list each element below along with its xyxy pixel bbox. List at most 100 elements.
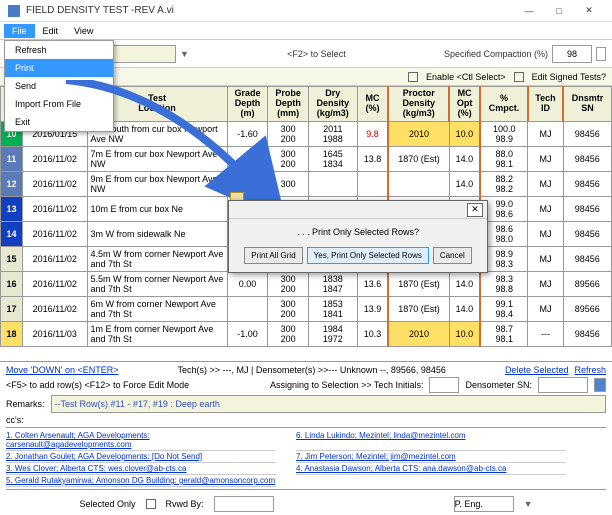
rvwd-by-input[interactable] [214,496,274,512]
cc-item[interactable]: 7. Jim Peterson; Mezintel; jim@mezintel.… [296,451,566,463]
edit-signed-checkbox[interactable] [514,72,524,82]
cell-date: 2016/11/02 [23,221,88,246]
go-button[interactable] [594,378,606,392]
cc-item[interactable]: 5. Gerald Rutakyamirwa; Amonson DG Build… [6,475,276,487]
row-number: 17 [1,296,23,321]
cell-grade: -1.00 [227,321,268,346]
cell-probe: 300200 [268,296,308,321]
f5-hint: <F5> to add row(s) <F12> to Force Edit M… [6,380,189,390]
cell-date: 2016/11/02 [23,146,88,171]
cell-proctor: 1870 (Est) [388,296,449,321]
peng-input[interactable] [454,496,514,512]
move-down-link[interactable]: Move 'DOWN' on <ENTER> [6,365,118,375]
cell-mc: 10.3 [357,321,388,346]
cell-dry: 19841972 [308,321,357,346]
cell-location: 10m E from cur box Ne [87,196,227,221]
row-number: 12 [1,171,23,196]
cell-mc-opt: 14.0 [449,146,480,171]
cell-date: 2016/11/02 [23,271,88,296]
remarks-input[interactable] [51,395,606,413]
selected-only-checkbox[interactable] [146,499,156,509]
cell-cmpct: 88.098.1 [480,146,528,171]
cell-proctor: 2010 [388,121,449,146]
window-title: FIELD DENSITY TEST -REV A.vi [26,5,514,16]
rvwd-by-label: Rvwd By: [166,499,204,509]
col-header: ProctorDensity(kg/m3) [388,87,449,122]
menu-file[interactable]: File [4,24,35,38]
densometer-sn-input[interactable] [538,377,588,393]
cell-sn: 89566 [563,271,611,296]
cell-date: 2016/11/03 [23,321,88,346]
file-dropdown: Refresh Print Send Import From File Exit [4,40,114,132]
cell-tech: MJ [528,121,563,146]
menu-view[interactable]: View [66,24,101,38]
cell-grade: -1.30 [227,146,268,171]
ccs-list: 1. Colten Arsenault; AGA Developments: c… [6,427,606,490]
selected-only-label: Selected Only [80,499,136,509]
menu-send[interactable]: Send [5,77,113,95]
menu-import[interactable]: Import From File [5,95,113,113]
cell-sn: 98456 [563,246,611,271]
cell-location: 3m W from sidewalk Ne [87,221,227,246]
col-header: MCOpt(%) [449,87,480,122]
cell-cmpct: 98.398.8 [480,271,528,296]
enable-ctl-select-label: Enable <Ctl Select> [426,72,506,82]
cc-item[interactable]: 1. Colten Arsenault; AGA Developments: c… [6,430,276,451]
spec-compaction-input[interactable] [552,45,592,63]
cell-sn: 98456 [563,321,611,346]
cell-sn: 98456 [563,121,611,146]
cancel-button[interactable]: Cancel [433,247,472,264]
table-row[interactable]: 172016/11/026m W from corner Newport Ave… [1,296,612,321]
dialog-close-button[interactable]: ✕ [467,203,483,217]
col-header: MC(%) [357,87,388,122]
cell-dry: 18381847 [308,271,357,296]
close-button[interactable]: ✕ [574,0,604,22]
col-header: TechID [528,87,563,122]
cell-proctor [388,171,449,196]
menu-print[interactable]: Print [5,59,113,77]
menu-refresh[interactable]: Refresh [5,41,113,59]
col-header: ProbeDepth(mm) [268,87,308,122]
enable-ctl-select-checkbox[interactable] [408,72,418,82]
cell-probe: 300 [268,171,308,196]
cell-cmpct: 88.298.2 [480,171,528,196]
cell-mc-opt: 10.0 [449,321,480,346]
cell-proctor: 1870 (Est) [388,271,449,296]
cell-mc [357,171,388,196]
refresh-link[interactable]: Refresh [574,365,606,375]
cell-mc: 13.9 [357,296,388,321]
delete-selected-link[interactable]: Delete Selected [505,365,569,375]
cell-probe: 300200 [268,321,308,346]
col-header: GradeDepth(m) [227,87,268,122]
maximize-button[interactable]: □ [544,0,574,22]
row-number: 13 [1,196,23,221]
table-row[interactable]: 162016/11/025.5m W from corner Newport A… [1,271,612,296]
cell-sn: 89566 [563,296,611,321]
cell-proctor: 1870 (Est) [388,146,449,171]
cell-date: 2016/11/02 [23,246,88,271]
table-row[interactable]: 122016/11/029m E from cur box Newport Av… [1,171,612,196]
print-selected-rows-button[interactable]: Yes, Print Only Selected Rows [307,247,429,264]
cell-mc-opt: 10.0 [449,121,480,146]
minimize-button[interactable]: — [514,0,544,22]
table-row[interactable]: 182016/11/031m E from corner Newport Ave… [1,321,612,346]
print-all-grid-button[interactable]: Print All Grid [244,247,302,264]
cell-dry [308,171,357,196]
tech-initials-input[interactable] [429,377,459,393]
titlebar: FIELD DENSITY TEST -REV A.vi — □ ✕ [0,0,612,22]
cell-probe: 300200 [268,121,308,146]
cell-location: 1m E from corner Newport Ave and 7th St [87,321,227,346]
cc-item[interactable]: 6. Linda Lukindo; Mezintel; linda@mezint… [296,430,566,451]
menu-edit[interactable]: Edit [35,24,67,38]
menu-exit[interactable]: Exit [5,113,113,131]
cell-proctor: 2010 [388,321,449,346]
cell-tech: MJ [528,271,563,296]
cc-item[interactable]: 3. Wes Clover; Alberta CTS: wes.clover@a… [6,463,276,475]
cc-item[interactable]: 4. Anastasia Dawson; Alberta CTS: ana.da… [296,463,566,475]
row-number: 16 [1,271,23,296]
assigning-label: Assigning to Selection >> Tech Initials: [270,380,423,390]
cc-item[interactable]: 2. Jonathan Goulet; AGA Developments: [D… [6,451,276,463]
f2-hint: <F2> to Select [193,49,440,59]
table-row[interactable]: 112016/11/027m E from cur box Newport Av… [1,146,612,171]
ccs-label: cc's: [6,415,606,425]
